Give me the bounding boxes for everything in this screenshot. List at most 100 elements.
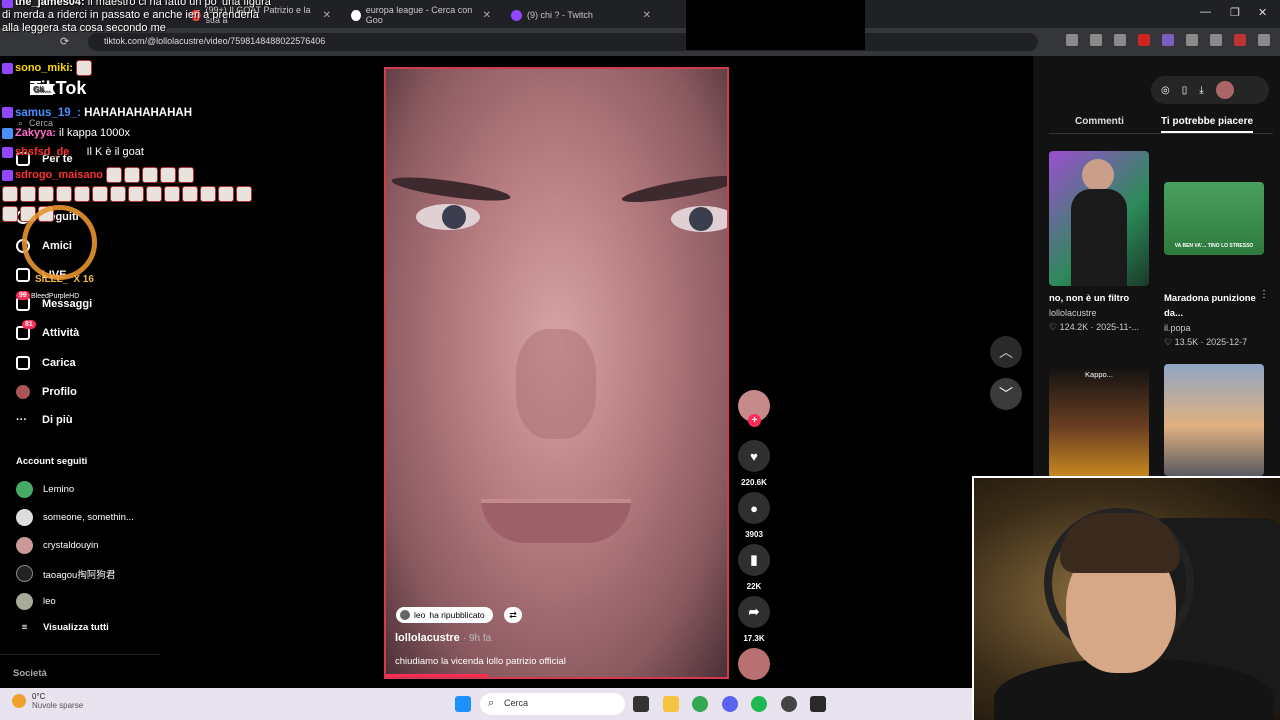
sub-badge-icon <box>2 146 13 158</box>
user-avatar[interactable] <box>1215 81 1234 99</box>
divider <box>0 654 160 655</box>
terminal-icon[interactable] <box>810 696 826 712</box>
avatar <box>16 565 33 582</box>
video-face-shape <box>516 329 596 439</box>
extensions-area <box>1066 34 1270 46</box>
tab-comments[interactable]: Commenti <box>1075 116 1124 127</box>
chrome-icon[interactable] <box>692 696 708 712</box>
save-button[interactable]: ▮ 22K <box>738 544 770 591</box>
compass-icon[interactable]: ◎ <box>1161 85 1170 96</box>
avatar <box>400 610 410 620</box>
sub-badge-icon <box>2 62 13 74</box>
sub-alert-user: BleedPurpleHD <box>31 293 80 300</box>
extensions-icon[interactable] <box>1186 34 1198 46</box>
account-item[interactable]: crystaldouyin <box>16 537 98 554</box>
bookmark-star-icon[interactable] <box>1114 34 1126 46</box>
media-icon[interactable] <box>1210 34 1222 46</box>
close-tab-icon[interactable]: ✕ <box>323 10 331 21</box>
screen-cast-icon[interactable] <box>1066 34 1078 46</box>
follow-plus-icon[interactable]: + <box>748 414 761 427</box>
download-icon[interactable]: ⤓ <box>1199 85 1203 96</box>
top-icon-bar: ◎ ▯ ⤓ <box>1151 76 1269 104</box>
music-disc[interactable] <box>738 648 770 686</box>
close-tab-icon[interactable]: ✕ <box>643 10 651 21</box>
profile-icon[interactable] <box>1234 34 1246 46</box>
share-button[interactable]: ➦ 17.3K <box>738 596 770 643</box>
extension-red-icon[interactable] <box>1138 34 1150 46</box>
activity-badge: 81 <box>22 320 36 329</box>
repost-icon[interactable]: ⇄ <box>504 607 522 623</box>
video-thumbnail[interactable] <box>1049 151 1149 286</box>
nav-carica[interactable]: Carica <box>16 356 76 370</box>
video-face-shape <box>620 170 727 208</box>
comment-button[interactable]: ● 3903 <box>738 492 770 539</box>
sub-badge-icon <box>2 127 13 139</box>
nav-attivita[interactable]: Attività 81 <box>16 320 79 340</box>
sub-notice: Gli... <box>30 84 54 95</box>
upload-icon <box>16 356 30 370</box>
panel-tabs: Commenti Ti potrebbe piacere <box>1049 114 1273 134</box>
emote-icon <box>182 186 198 202</box>
repost-label[interactable]: leo ha ripubblicato <box>396 607 493 623</box>
next-video-button[interactable]: ﹀ <box>990 378 1022 410</box>
phone-icon[interactable]: ▯ <box>1182 85 1188 96</box>
video-stats: ♡ 13.5K · 2025-12-7 <box>1164 337 1248 347</box>
twitch-chat-overlay: the_james04: il maestro ci ha fatto un p… <box>0 0 272 225</box>
video-thumbnail[interactable]: Kappo... <box>1049 366 1149 478</box>
sub-badge-icon <box>2 169 13 181</box>
author-avatar[interactable]: + <box>738 390 770 428</box>
weather-widget[interactable]: 0°C Nuvole sparse <box>12 692 83 710</box>
menu-dots-icon[interactable] <box>1258 34 1270 46</box>
task-view-icon[interactable] <box>633 696 649 712</box>
tab-suggested[interactable]: Ti potrebbe piacere <box>1161 116 1254 133</box>
emote-icon <box>236 186 252 202</box>
previous-video-button[interactable]: ︿ <box>990 336 1022 368</box>
google-tab-icon <box>351 9 361 21</box>
close-window-icon[interactable]: ✕ <box>1258 6 1267 19</box>
account-item[interactable]: Lemino <box>16 481 74 498</box>
emote-icon <box>142 167 159 183</box>
video-thumbnail[interactable] <box>1164 364 1264 476</box>
emote-icon <box>2 206 18 222</box>
account-item[interactable]: leo <box>16 593 56 610</box>
video-thumbnail[interactable]: VA BEN VA'... TINO LO STRESSO <box>1164 182 1264 255</box>
tab-twitch[interactable]: (9) chi ? - Twitch ✕ <box>505 4 657 26</box>
emote-icon <box>76 60 93 76</box>
tab-europa-league[interactable]: europa league - Cerca con Goo ✕ <box>345 4 497 26</box>
emote-icon <box>128 186 144 202</box>
video-caption: chiudiamo la vicenda lollo patrizio offi… <box>395 656 566 667</box>
like-button[interactable]: ♥ 220.6K <box>738 440 770 487</box>
taskbar-search[interactable]: ⌕ Cerca <box>480 693 625 715</box>
windows-taskbar: 0°C Nuvole sparse ⌕ Cerca <box>0 688 972 720</box>
nav-di-piu[interactable]: ··· Di più <box>16 414 73 426</box>
emote-icon <box>160 167 177 183</box>
discord-icon[interactable] <box>722 696 738 712</box>
windows-start-icon[interactable] <box>455 696 471 712</box>
view-all-link[interactable]: ≡ Visualizza tutti <box>16 622 109 633</box>
emote-icon <box>146 186 162 202</box>
chat-message: sono_miki: <box>2 60 94 76</box>
video-player[interactable]: leo ha ripubblicato ⇄ lollolacustre · 9h … <box>384 67 729 679</box>
spotify-icon[interactable] <box>751 696 767 712</box>
emote-icon <box>218 186 234 202</box>
chat-message: the_james04: il maestro ci ha fatto un p… <box>2 0 272 35</box>
extension-purple-icon[interactable] <box>1162 34 1174 46</box>
maximize-icon[interactable]: ❐ <box>1230 6 1240 19</box>
account-item[interactable]: someone, somethin... <box>16 509 134 526</box>
emote-icon <box>178 167 195 183</box>
emote-icon <box>38 186 54 202</box>
close-tab-icon[interactable]: ✕ <box>483 10 491 21</box>
minimize-icon[interactable]: — <box>1200 6 1211 18</box>
file-explorer-icon[interactable] <box>663 696 679 712</box>
obs-icon[interactable] <box>781 696 797 712</box>
account-item[interactable]: taoagou掏阿狗君 <box>16 565 115 582</box>
music-disc-icon <box>738 648 770 680</box>
avatar <box>16 481 33 498</box>
video-author: lollolacustre <box>1049 308 1097 318</box>
sub-badge-icon <box>2 0 13 8</box>
chat-message: shsfsd_de Il K è il goat <box>2 146 144 158</box>
video-author[interactable]: lollolacustre · 9h fa <box>395 632 491 644</box>
translate-icon[interactable] <box>1090 34 1102 46</box>
video-progress-bar[interactable] <box>386 674 489 677</box>
nav-profilo[interactable]: Profilo <box>16 385 77 399</box>
